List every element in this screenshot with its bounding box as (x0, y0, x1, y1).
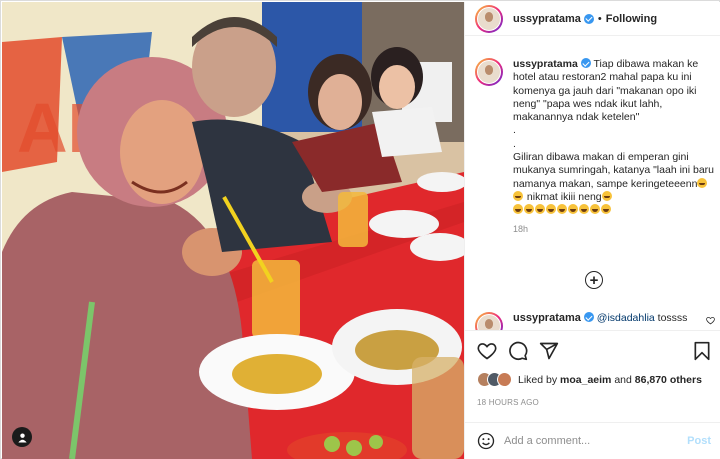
caption-timestamp: 18h (513, 223, 529, 234)
comments-list[interactable]: ussypratama Tiap dibawa makan ke hotel a… (465, 36, 720, 330)
post-header: ussypratama • Following (465, 2, 720, 36)
post-photo[interactable]: AK (2, 2, 464, 459)
liked-by-and: and (614, 373, 632, 386)
verified-badge-icon (583, 13, 594, 24)
emoji-picker-icon[interactable] (477, 432, 495, 450)
comment-body: ussypratama @isdadahlia tossss (513, 312, 715, 325)
caption-body: ussypratama Tiap dibawa makan ke hotel a… (513, 58, 715, 218)
emoji-icon (557, 204, 567, 215)
caption-text-tail: nikmat ikiii neng (524, 190, 602, 203)
user-tag-icon[interactable] (12, 427, 32, 447)
caption-avatar[interactable] (475, 58, 503, 86)
emoji-icon (601, 204, 611, 215)
emoji-icon (513, 190, 523, 201)
liked-by-user[interactable]: moa_aeim (560, 374, 611, 386)
emoji-icon (568, 204, 578, 215)
emoji-icon (590, 204, 600, 215)
emoji-icon (697, 177, 708, 188)
author-username[interactable]: ussypratama (513, 13, 581, 25)
comment-text: tossss (654, 312, 688, 324)
plus-circle-icon[interactable]: + (585, 271, 603, 289)
emoji-icon (579, 204, 589, 215)
comment-avatar[interactable] (475, 312, 503, 330)
heart-icon[interactable] (477, 341, 497, 361)
add-comment-bar: Post (465, 422, 720, 459)
separator-dot: • (597, 12, 602, 25)
liker-avatars (477, 372, 512, 387)
post-timestamp[interactable]: 18 HOURS AGO (477, 398, 539, 407)
post-details-panel: ussypratama • Following ussypratama Tiap… (464, 2, 720, 459)
action-bar (465, 330, 720, 370)
likes-summary[interactable]: Liked by moa_aeim and 86,870 others (477, 372, 702, 387)
post-comment-button[interactable]: Post (687, 435, 711, 447)
comment-mention[interactable]: @isdadahlia (597, 312, 655, 324)
bookmark-icon[interactable] (693, 341, 711, 361)
following-button[interactable]: Following (606, 13, 657, 25)
comment-input[interactable] (504, 435, 674, 447)
comment-icon[interactable] (508, 341, 528, 361)
verified-badge-icon (583, 312, 594, 322)
comment-like-heart-icon[interactable] (706, 316, 715, 325)
comment-username[interactable]: ussypratama (513, 312, 581, 324)
emoji-icon (535, 204, 545, 215)
caption: ussypratama Tiap dibawa makan ke hotel a… (475, 58, 715, 234)
share-icon[interactable] (539, 341, 559, 361)
emoji-icon (546, 204, 556, 215)
liker-avatar (497, 372, 512, 387)
emoji-icon (601, 190, 612, 201)
verified-badge-icon (580, 58, 591, 68)
liked-by-count[interactable]: 86,870 others (635, 374, 702, 386)
liked-by-prefix: Liked by (518, 373, 558, 386)
emoji-icon (513, 204, 523, 215)
comment-item: ussypratama @isdadahlia tossss (475, 312, 715, 330)
emoji-icon (524, 204, 534, 215)
post-photo-illustration: AK (2, 2, 464, 459)
caption-username[interactable]: ussypratama (513, 58, 578, 70)
author-avatar[interactable] (475, 4, 503, 33)
instagram-post-window: AK ussypratama • Following ussypratama T… (0, 0, 720, 459)
caption-text: Tiap dibawa makan ke hotel atau restoran… (513, 58, 715, 190)
